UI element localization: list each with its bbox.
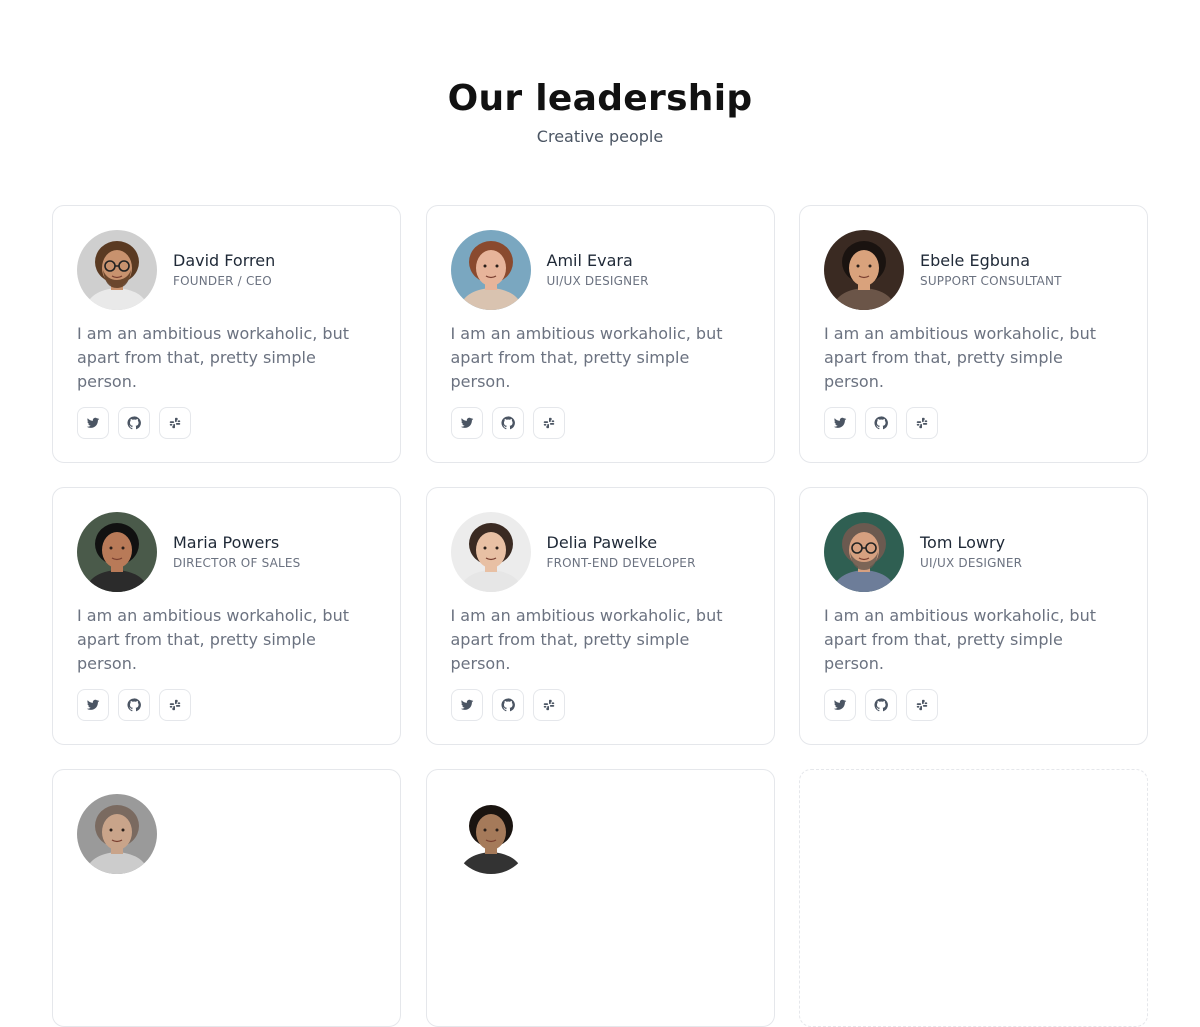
twitter-link-button[interactable] bbox=[824, 407, 856, 439]
member-bio: I am an ambitious workaholic, but apart … bbox=[824, 606, 1096, 673]
member-profile bbox=[450, 794, 750, 874]
member-bio: I am an ambitious workaholic, but apart … bbox=[77, 324, 349, 391]
member-identity: Delia Pawelke Front-end developer bbox=[547, 532, 696, 572]
add-member-placeholder-card[interactable] bbox=[799, 769, 1148, 1027]
member-profile: Maria Powers Director of sales bbox=[77, 512, 376, 592]
member-bio: I am an ambitious workaholic, but apart … bbox=[77, 606, 349, 673]
slack-icon bbox=[168, 416, 182, 430]
twitter-link-button[interactable] bbox=[450, 407, 483, 439]
github-icon bbox=[127, 698, 141, 712]
social-links bbox=[450, 689, 750, 721]
member-profile: Tom Lowry UI/UX Designer bbox=[824, 512, 1123, 592]
slack-icon bbox=[168, 698, 182, 712]
team-grid: David Forren Founder / CEO I am an ambit… bbox=[52, 205, 1148, 1027]
member-name: Delia Pawelke bbox=[546, 533, 658, 552]
member-bio: I am an ambitious workaholic, but apart … bbox=[450, 324, 723, 391]
team-member-card: Maria Powers Director of sales I am an a… bbox=[52, 487, 401, 745]
member-bio: I am an ambitious workaholic, but apart … bbox=[450, 606, 723, 673]
social-links bbox=[824, 407, 1123, 439]
team-member-card: Ebele Egbuna Support Consultant I am an … bbox=[799, 205, 1148, 463]
slack-link-button[interactable] bbox=[906, 407, 938, 439]
page-subtitle: Creative people bbox=[536, 127, 664, 146]
member-role: Founder / CEO bbox=[173, 274, 272, 288]
member-profile: Amil Evara UI/UX Designer bbox=[450, 230, 750, 310]
member-role: Director of sales bbox=[173, 556, 301, 570]
member-name: Maria Powers bbox=[173, 533, 280, 552]
slack-link-button[interactable] bbox=[906, 689, 938, 721]
twitter-link-button[interactable] bbox=[77, 689, 109, 721]
social-links bbox=[824, 689, 1123, 721]
team-member-card: David Forren Founder / CEO I am an ambit… bbox=[52, 205, 401, 463]
twitter-icon bbox=[833, 416, 847, 430]
github-icon bbox=[874, 416, 888, 430]
member-profile bbox=[77, 794, 376, 874]
avatar bbox=[824, 512, 904, 592]
github-link-button[interactable] bbox=[865, 407, 897, 439]
github-icon bbox=[500, 698, 515, 712]
twitter-link-button[interactable] bbox=[824, 689, 856, 721]
member-name: Tom Lowry bbox=[920, 533, 1006, 552]
slack-link-button[interactable] bbox=[159, 407, 191, 439]
member-name: Amil Evara bbox=[546, 251, 633, 270]
page-title: Our leadership bbox=[447, 78, 753, 119]
github-icon bbox=[500, 416, 515, 430]
github-link-button[interactable] bbox=[491, 689, 524, 721]
github-link-button[interactable] bbox=[865, 689, 897, 721]
member-identity: Tom Lowry UI/UX Designer bbox=[920, 532, 1022, 572]
github-icon bbox=[127, 416, 141, 430]
member-name: Ebele Egbuna bbox=[920, 251, 1030, 270]
team-member-card: Tom Lowry UI/UX Designer I am an ambitio… bbox=[799, 487, 1148, 745]
twitter-icon bbox=[86, 698, 100, 712]
slack-link-button[interactable] bbox=[532, 689, 565, 721]
member-profile: David Forren Founder / CEO bbox=[77, 230, 376, 310]
avatar bbox=[77, 794, 157, 874]
member-name: David Forren bbox=[173, 251, 276, 270]
twitter-icon bbox=[833, 698, 847, 712]
member-role: Front-end developer bbox=[546, 556, 696, 570]
team-member-card bbox=[52, 769, 401, 1027]
social-links bbox=[450, 407, 750, 439]
slack-icon bbox=[542, 416, 556, 430]
member-role: Support Consultant bbox=[920, 274, 1062, 288]
member-bio: I am an ambitious workaholic, but apart … bbox=[824, 324, 1096, 391]
avatar bbox=[450, 230, 531, 310]
member-identity: Amil Evara UI/UX Designer bbox=[547, 250, 649, 290]
social-links bbox=[77, 407, 376, 439]
github-link-button[interactable] bbox=[118, 689, 150, 721]
avatar bbox=[824, 230, 904, 310]
github-link-button[interactable] bbox=[491, 407, 524, 439]
twitter-link-button[interactable] bbox=[450, 689, 483, 721]
slack-icon bbox=[915, 698, 929, 712]
team-member-card: Delia Pawelke Front-end developer I am a… bbox=[425, 487, 775, 745]
slack-icon bbox=[542, 698, 556, 712]
section-header: Our leadership Creative people bbox=[0, 78, 1200, 148]
member-identity: Ebele Egbuna Support Consultant bbox=[920, 250, 1062, 290]
avatar bbox=[77, 230, 157, 310]
github-link-button[interactable] bbox=[118, 407, 150, 439]
member-role: UI/UX Designer bbox=[920, 556, 1023, 570]
twitter-icon bbox=[460, 698, 474, 712]
member-identity: Maria Powers Director of sales bbox=[173, 532, 301, 572]
twitter-icon bbox=[86, 416, 100, 430]
member-profile: Delia Pawelke Front-end developer bbox=[450, 512, 750, 592]
team-member-card bbox=[425, 769, 775, 1027]
team-member-card: Amil Evara UI/UX Designer I am an ambiti… bbox=[425, 205, 775, 463]
twitter-icon bbox=[460, 416, 474, 430]
avatar bbox=[450, 794, 531, 874]
avatar bbox=[450, 512, 531, 592]
member-role: UI/UX Designer bbox=[546, 274, 649, 288]
member-profile: Ebele Egbuna Support Consultant bbox=[824, 230, 1123, 310]
github-icon bbox=[874, 698, 888, 712]
twitter-link-button[interactable] bbox=[77, 407, 109, 439]
slack-icon bbox=[915, 416, 929, 430]
avatar bbox=[77, 512, 157, 592]
member-identity: David Forren Founder / CEO bbox=[173, 250, 275, 290]
slack-link-button[interactable] bbox=[532, 407, 565, 439]
social-links bbox=[77, 689, 376, 721]
slack-link-button[interactable] bbox=[159, 689, 191, 721]
